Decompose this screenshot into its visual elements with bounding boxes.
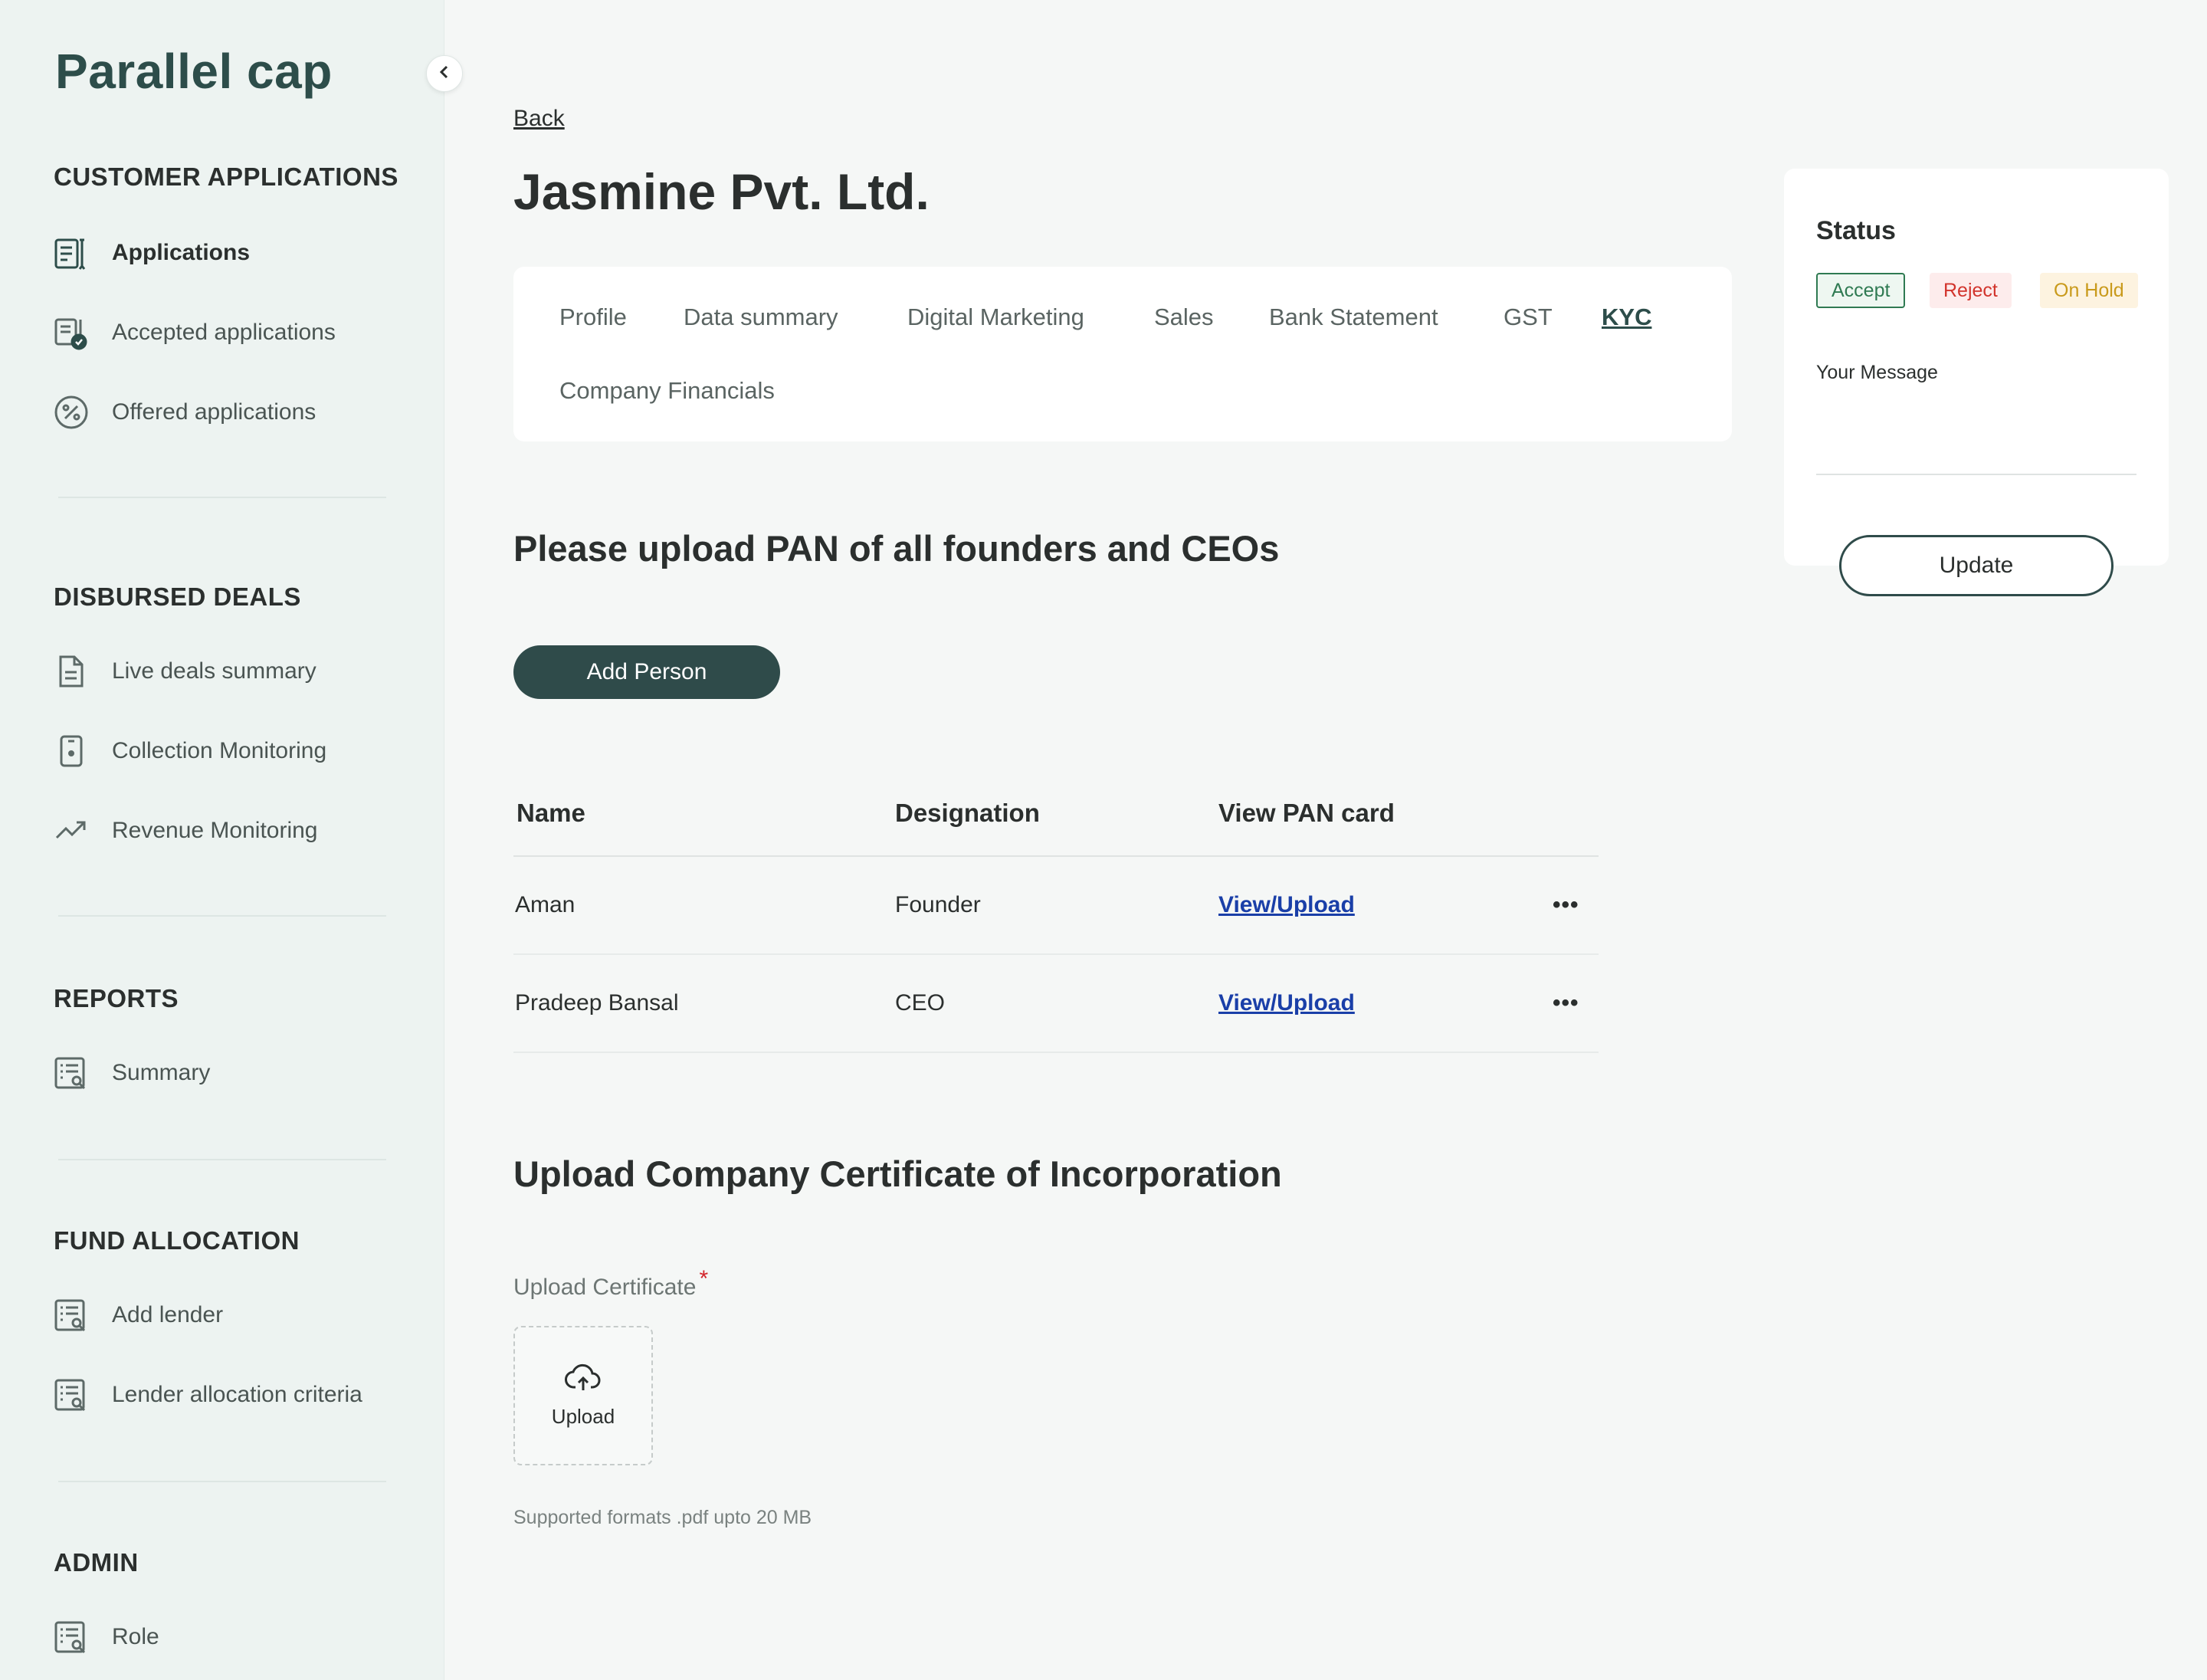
cell-name: Pradeep Bansal (515, 990, 679, 1016)
section-title-admin: ADMIN (54, 1548, 139, 1577)
sidebar-item-collection-monitoring[interactable]: Collection Monitoring (52, 728, 326, 774)
upload-button-label: Upload (551, 1405, 615, 1428)
status-panel: Status Accept Reject On Hold Your Messag… (1784, 169, 2169, 566)
sidebar-item-label: Role (112, 1624, 159, 1649)
upload-certificate-label-text: Upload Certificate (513, 1275, 697, 1300)
sidebar-item-lender-allocation-criteria[interactable]: Lender allocation criteria (52, 1372, 362, 1418)
section-title-customer-applications: CUSTOMER APPLICATIONS (54, 162, 398, 191)
sidebar-item-label: Accepted applications (112, 320, 336, 345)
sidebar-divider (58, 1481, 386, 1482)
report-search-icon (52, 1296, 90, 1334)
percent-icon (52, 393, 90, 431)
pan-section-heading: Please upload PAN of all founders and CE… (513, 528, 1280, 569)
tab-kyc[interactable]: KYC (1602, 304, 1651, 331)
sidebar-item-summary[interactable]: Summary (52, 1050, 210, 1096)
more-options-icon[interactable]: ••• (1553, 990, 1579, 1016)
trending-up-icon (52, 812, 90, 850)
report-search-icon (52, 1054, 90, 1092)
cell-designation: Founder (895, 892, 981, 917)
view-upload-link[interactable]: View/Upload (1218, 990, 1355, 1016)
sidebar-item-label: Add lender (112, 1302, 224, 1327)
tab-data-summary[interactable]: Data summary (684, 304, 838, 331)
sidebar-item-applications[interactable]: Applications (52, 230, 250, 276)
status-title: Status (1816, 216, 1896, 245)
table-header: Name Designation View PAN card (513, 774, 1599, 857)
accept-button[interactable]: Accept (1816, 273, 1906, 308)
device-icon (52, 732, 90, 770)
back-link[interactable]: Back (513, 106, 565, 132)
tab-bank-statement[interactable]: Bank Statement (1269, 304, 1438, 331)
sidebar-item-offered-applications[interactable]: Offered applications (52, 389, 316, 435)
sidebar-item-label: Lender allocation criteria (112, 1382, 362, 1407)
chevron-left-icon (436, 64, 453, 84)
sidebar-item-accepted-applications[interactable]: Accepted applications (52, 310, 336, 356)
tab-bar: Profile Data summary Digital Marketing S… (513, 267, 1732, 441)
section-title-disbursed-deals: DISBURSED DEALS (54, 582, 301, 611)
brand-logo: Parallel cap (55, 44, 333, 99)
cell-name: Aman (515, 892, 576, 917)
sidebar-item-label: Summary (112, 1060, 211, 1085)
cloud-upload-icon (565, 1363, 602, 1397)
column-header-name: Name (516, 799, 585, 827)
column-header-designation: Designation (895, 799, 1040, 827)
required-mark: * (699, 1266, 709, 1291)
upload-certificate-label: Upload Certificate * (513, 1266, 708, 1301)
section-title-fund-allocation: FUND ALLOCATION (54, 1226, 300, 1255)
applications-icon (52, 234, 90, 272)
sidebar-item-label: Applications (112, 240, 251, 265)
message-label: Your Message (1816, 362, 1938, 383)
sidebar-collapse-button[interactable] (426, 55, 463, 92)
reject-button[interactable]: Reject (1930, 273, 2012, 308)
sidebar-item-live-deals-summary[interactable]: Live deals summary (52, 648, 316, 694)
view-upload-link[interactable]: View/Upload (1218, 892, 1355, 918)
cell-designation: CEO (895, 990, 946, 1016)
report-search-icon (52, 1376, 90, 1414)
sidebar: Parallel cap CUSTOMER APPLICATIONS Appli… (0, 0, 444, 1680)
certificate-section-heading: Upload Company Certificate of Incorporat… (513, 1153, 1282, 1194)
sidebar-item-add-lender[interactable]: Add lender (52, 1292, 223, 1338)
tab-company-financials[interactable]: Company Financials (559, 377, 775, 405)
accepted-applications-icon (52, 313, 90, 352)
add-person-button[interactable]: Add Person (513, 645, 780, 699)
column-header-view-pan: View PAN card (1218, 799, 1395, 827)
sidebar-item-label: Collection Monitoring (112, 738, 327, 763)
sidebar-item-label: Offered applications (112, 399, 316, 425)
table-row: Pradeep Bansal CEO View/Upload ••• (513, 955, 1599, 1053)
more-options-icon[interactable]: ••• (1553, 892, 1579, 918)
upload-dropzone[interactable]: Upload (513, 1326, 653, 1465)
sidebar-item-role[interactable]: Role (52, 1614, 159, 1660)
page-title: Jasmine Pvt. Ltd. (513, 163, 930, 220)
tab-profile[interactable]: Profile (559, 304, 627, 331)
sidebar-item-label: Revenue Monitoring (112, 818, 318, 843)
tab-gst[interactable]: GST (1504, 304, 1553, 331)
report-search-icon (52, 1618, 90, 1656)
section-title-reports: REPORTS (54, 984, 179, 1012)
sidebar-divider (58, 1159, 386, 1160)
message-input[interactable] (1816, 399, 2136, 475)
sidebar-divider (58, 915, 386, 917)
tab-sales[interactable]: Sales (1154, 304, 1214, 331)
update-button[interactable]: Update (1839, 535, 2114, 596)
on-hold-button[interactable]: On Hold (2040, 273, 2138, 308)
upload-format-hint: Supported formats .pdf upto 20 MB (513, 1507, 812, 1528)
document-icon (52, 652, 90, 691)
table-row: Aman Founder View/Upload ••• (513, 857, 1599, 955)
sidebar-item-revenue-monitoring[interactable]: Revenue Monitoring (52, 808, 318, 854)
tab-digital-marketing[interactable]: Digital Marketing (907, 304, 1084, 331)
sidebar-divider (58, 497, 386, 498)
sidebar-item-label: Live deals summary (112, 658, 316, 684)
